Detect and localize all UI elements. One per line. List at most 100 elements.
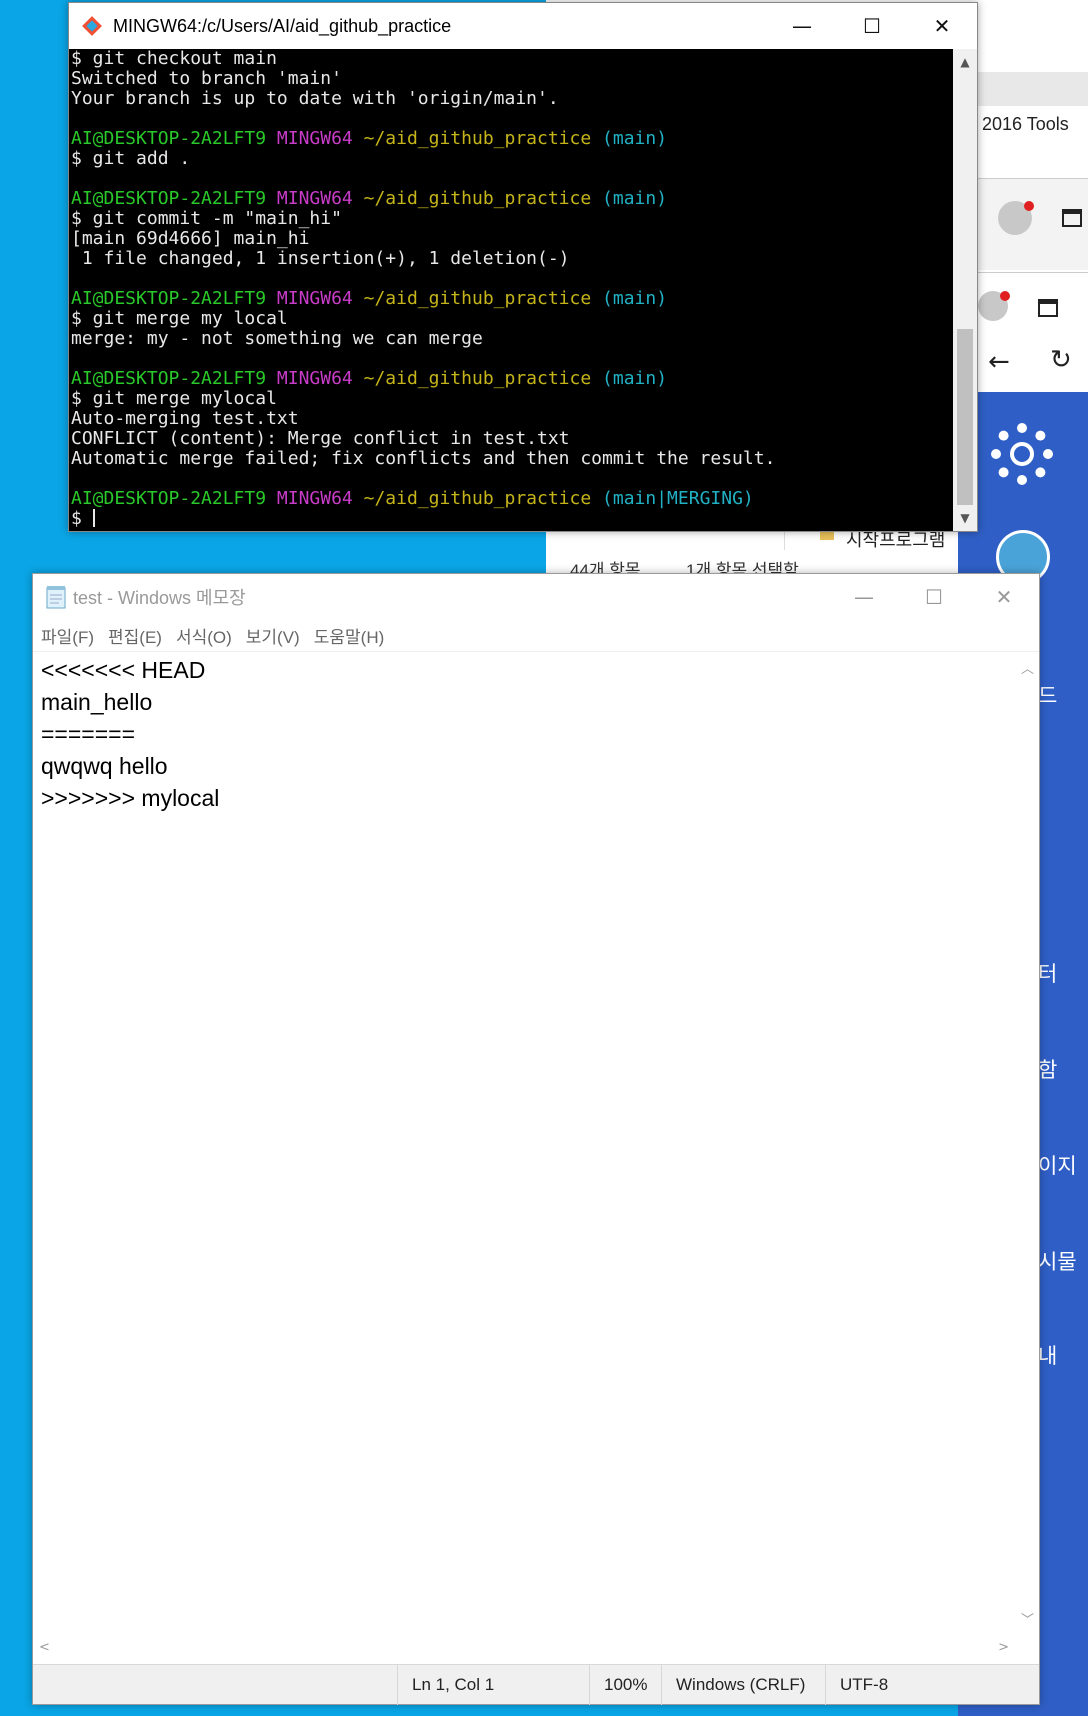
maximize-icon[interactable]: ☐ <box>837 3 907 49</box>
minimize-icon[interactable]: — <box>767 3 837 49</box>
sidebar-fragment[interactable]: 함 <box>1038 1054 1057 1084</box>
terminal-line: CONFLICT (content): Merge conflict in te… <box>71 429 951 449</box>
terminal-line: $ git checkout main <box>71 49 951 69</box>
terminal-line: Switched to branch 'main' <box>71 69 951 89</box>
scrollbar-thumb[interactable] <box>957 329 973 505</box>
terminal-line: Automatic merge failed; fix conflicts an… <box>71 449 951 469</box>
terminal-text-segment: (main) <box>602 188 668 209</box>
terminal-text-segment: AI@DESKTOP-2A2LFT9 <box>71 128 277 149</box>
notepad-status-bar: Ln 1, Col 1 100% Windows (CRLF) UTF-8 <box>33 1664 1039 1705</box>
refresh-icon[interactable]: ↻ <box>1050 345 1072 375</box>
terminal-text-segment: $ git commit -m "main_hi" <box>71 208 342 229</box>
sidebar-fragment[interactable]: 터 <box>1038 958 1057 988</box>
notepad-text-area[interactable]: <<<<<<< HEAD main_hello ======= qwqwq he… <box>41 654 1011 1632</box>
terminal-text-segment: AI@DESKTOP-2A2LFT9 <box>71 188 277 209</box>
terminal-text-segment: ~/aid_github_practice <box>363 368 603 389</box>
scroll-up-icon[interactable]: ︿ <box>1021 658 1034 677</box>
terminal-title: MINGW64:/c/Users/AI/aid_github_practice <box>113 15 452 36</box>
terminal-line: Auto-merging test.txt <box>71 409 951 429</box>
close-icon[interactable]: ✕ <box>969 574 1039 620</box>
terminal-line: $ git merge mylocal <box>71 389 951 409</box>
notepad-menu-bar: 파일(F) 편집(E) 서식(O) 보기(V) 도움말(H) <box>33 620 1039 652</box>
terminal-text-segment: ~/aid_github_practice <box>363 188 603 209</box>
terminal-text-segment: ~/aid_github_practice <box>363 288 603 309</box>
menu-file[interactable]: 파일(F) <box>41 623 94 648</box>
terminal-scrollbar[interactable]: ▲ ▼ <box>953 49 977 531</box>
terminal-line: $ git commit -m "main_hi" <box>71 209 951 229</box>
terminal-text-segment: (main) <box>602 288 668 309</box>
scroll-right-icon[interactable]: > <box>998 1640 1009 1655</box>
menu-edit[interactable]: 편집(E) <box>108 623 162 648</box>
terminal-text-segment: Auto-merging test.txt <box>71 408 299 429</box>
terminal-text-segment: ~/aid_github_practice <box>363 128 603 149</box>
terminal-line: $ git merge my local <box>71 309 951 329</box>
terminal-line: merge: my - not something we can merge <box>71 329 951 349</box>
maximize-icon[interactable]: ☐ <box>899 574 969 620</box>
tab-actions-icon[interactable] <box>1062 209 1082 227</box>
line-ending: Windows (CRLF) <box>661 1665 825 1705</box>
background-browser-toolbar <box>976 178 1088 270</box>
notification-dot-icon <box>1024 201 1034 211</box>
close-icon[interactable]: ✕ <box>907 3 977 49</box>
git-bash-window[interactable]: MINGW64:/c/Users/AI/aid_github_practice … <box>68 2 978 532</box>
terminal-text-segment: $ git add . <box>71 148 191 169</box>
menu-view[interactable]: 보기(V) <box>246 623 300 648</box>
terminal-output[interactable]: $ git checkout main Switched to branch 'm… <box>69 49 953 531</box>
terminal-text-segment: Automatic merge failed; fix conflicts an… <box>71 448 776 469</box>
terminal-text-segment: merge: my - not something we can merge <box>71 328 483 349</box>
terminal-line: AI@DESKTOP-2A2LFT9 MINGW64 ~/aid_github_… <box>71 189 951 209</box>
sidebar-fragment[interactable]: 내 <box>1038 1340 1057 1370</box>
terminal-text-segment: MINGW64 <box>276 188 364 209</box>
terminal-line: [main 69d4666] main_hi <box>71 229 951 249</box>
terminal-text-segment: MINGW64 <box>276 128 364 149</box>
terminal-text-segment: $ <box>71 508 93 529</box>
notification-dot-icon <box>1000 291 1010 301</box>
git-bash-icon <box>82 16 102 36</box>
terminal-line: AI@DESKTOP-2A2LFT9 MINGW64 ~/aid_github_… <box>71 489 951 509</box>
notepad-title-bar[interactable]: test - Windows 메모장 — ☐ ✕ <box>33 574 1039 620</box>
encoding: UTF-8 <box>825 1665 1021 1705</box>
tab-actions-icon[interactable] <box>1038 299 1058 317</box>
scroll-left-icon[interactable]: < <box>39 1640 50 1655</box>
notepad-title: test - Windows 메모장 <box>73 588 246 608</box>
terminal-text-segment: AI@DESKTOP-2A2LFT9 <box>71 368 277 389</box>
terminal-text-segment: MINGW64 <box>276 288 364 309</box>
scroll-down-icon[interactable]: ﹀ <box>1021 1609 1034 1628</box>
terminal-text-segment: $ git checkout main <box>71 49 277 69</box>
terminal-text-segment: Switched to branch 'main' <box>71 68 342 89</box>
terminal-line: AI@DESKTOP-2A2LFT9 MINGW64 ~/aid_github_… <box>71 289 951 309</box>
terminal-text-segment: CONFLICT (content): Merge conflict in te… <box>71 428 570 449</box>
menu-format[interactable]: 서식(O) <box>176 623 232 648</box>
terminal-line: 1 file changed, 1 insertion(+), 1 deleti… <box>71 249 951 269</box>
notepad-icon <box>46 586 66 609</box>
terminal-title-bar[interactable]: MINGW64:/c/Users/AI/aid_github_practice … <box>69 3 977 49</box>
notepad-horizontal-scrollbar[interactable]: < > <box>33 1636 1015 1662</box>
back-arrow-icon[interactable]: ← <box>988 347 1010 377</box>
terminal-text-segment: [main 69d4666] main_hi <box>71 228 310 249</box>
notepad-vertical-scrollbar[interactable]: ︿ ﹀ <box>1015 654 1039 1632</box>
scroll-down-icon[interactable]: ▼ <box>953 511 977 525</box>
terminal-text-segment: (main) <box>602 128 668 149</box>
minimize-icon[interactable]: — <box>829 574 899 620</box>
sidebar-fragment[interactable]: 시물 <box>1038 1246 1077 1276</box>
text-cursor <box>92 509 95 527</box>
canvas-logo-icon <box>991 423 1053 485</box>
notepad-window[interactable]: test - Windows 메모장 — ☐ ✕ 파일(F) 편집(E) 서식(… <box>32 573 1040 1705</box>
sidebar-fragment[interactable]: 드 <box>1038 680 1057 710</box>
menu-help[interactable]: 도움말(H) <box>314 623 385 648</box>
terminal-text-segment: MINGW64 <box>276 368 364 389</box>
sidebar-fragment[interactable]: 이지 <box>1038 1150 1077 1180</box>
terminal-text-segment: AI@DESKTOP-2A2LFT9 <box>71 288 277 309</box>
terminal-line: Your branch is up to date with 'origin/m… <box>71 89 951 109</box>
terminal-text-segment: AI@DESKTOP-2A2LFT9 <box>71 488 277 509</box>
explorer-tools-label: 2016 Tools <box>982 114 1069 134</box>
terminal-line: $ <box>71 509 951 529</box>
terminal-text-segment: ~/aid_github_practice <box>363 488 603 509</box>
zoom-level: 100% <box>589 1665 661 1705</box>
scroll-up-icon[interactable]: ▲ <box>953 55 977 69</box>
